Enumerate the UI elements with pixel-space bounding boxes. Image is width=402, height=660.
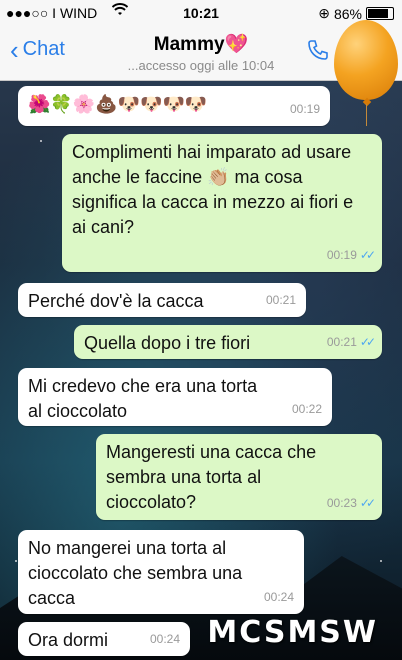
message-incoming[interactable]: 🌺🍀🌸💩🐶🐶🐶🐶 00:19 [18, 86, 330, 126]
watermark-logo: MCSMSW [207, 615, 378, 650]
message-incoming[interactable]: Perché dov'è la cacca 00:21 [18, 283, 306, 317]
balloon-sticker [334, 20, 398, 100]
contact-name-text: Mammy [153, 34, 225, 55]
balloon-string [366, 104, 367, 126]
message-outgoing[interactable]: Complimenti hai imparato ad usare anche … [62, 134, 382, 272]
status-bar: ●●●○○ I WIND 10:21 ⊕ 86% [0, 0, 402, 26]
rotation-lock-icon: ⊕ [318, 5, 330, 21]
message-incoming[interactable]: Ora dormi 00:24 [18, 622, 190, 656]
message-time: 00:21 [265, 293, 296, 307]
read-receipt-icon: ✓✓ [359, 335, 376, 349]
message-text: Mi credevo che era una torta al cioccola… [28, 376, 258, 421]
message-time: 00:19 [289, 102, 320, 116]
phone-icon[interactable] [306, 38, 330, 67]
message-outgoing[interactable]: Quella dopo i tre fiori 00:21 ✓✓ [74, 325, 382, 359]
message-time: 00:23 [326, 496, 357, 510]
message-time: 00:21 [326, 335, 357, 349]
wifi-icon [111, 3, 129, 20]
read-receipt-icon: ✓✓ [359, 496, 376, 510]
message-text: 🌺🍀🌸💩🐶🐶🐶🐶 [28, 94, 208, 114]
battery-percent: 86% [333, 5, 362, 22]
message-time: 00:19 [326, 248, 357, 262]
message-text: Mangeresti una cacca che sembra una tort… [106, 442, 317, 512]
message-text: Quella dopo i tre fiori [84, 333, 251, 353]
message-text: Ora dormi [28, 630, 109, 650]
battery-icon [366, 7, 394, 20]
message-incoming[interactable]: Mi credevo che era una torta al cioccola… [18, 368, 332, 426]
message-time: 00:22 [291, 402, 322, 416]
message-text: Complimenti hai imparato ad usare anche … [72, 142, 354, 237]
status-right: ⊕ 86% [318, 5, 394, 22]
message-text: Perché dov'è la cacca [28, 291, 204, 311]
message-time: 00:24 [263, 590, 294, 604]
message-text: No mangerei una torta al cioccolato che … [28, 538, 243, 608]
message-time: 00:24 [149, 632, 180, 646]
heart-icon: 💖 [224, 34, 249, 55]
read-receipt-icon: ✓✓ [359, 248, 376, 262]
message-incoming[interactable]: No mangerei una torta al cioccolato che … [18, 530, 304, 614]
message-outgoing[interactable]: Mangeresti una cacca che sembra una tort… [96, 434, 382, 520]
